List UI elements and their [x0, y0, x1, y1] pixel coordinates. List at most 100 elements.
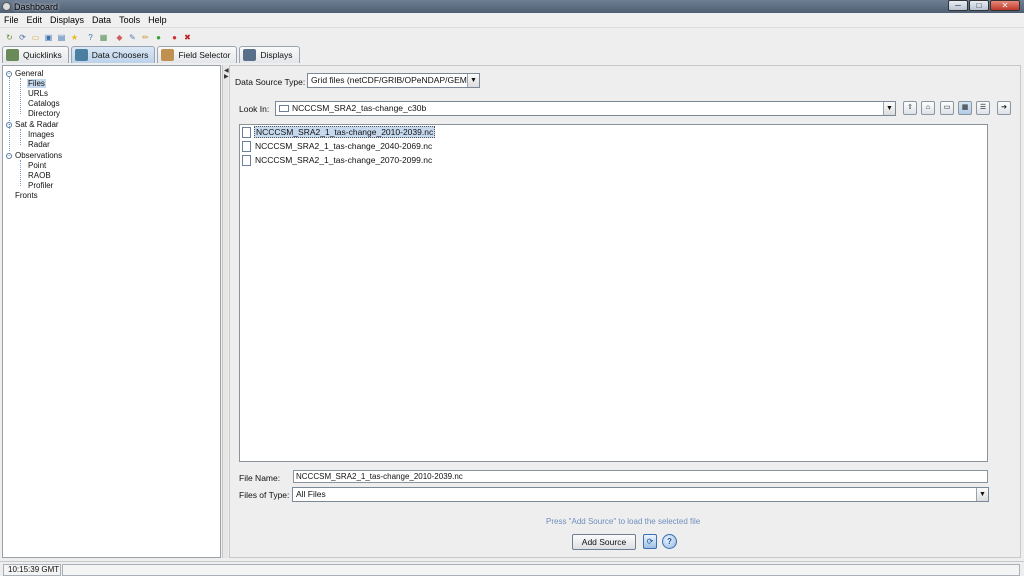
window-controls: ─ □ ✕	[947, 0, 1020, 11]
status-bar: 10:15:39 GMT	[0, 561, 1024, 576]
tree-group-observations[interactable]: Observations	[15, 151, 62, 160]
status-message	[62, 564, 1020, 576]
data-source-type-select[interactable]: Grid files (netCDF/GRIB/OPeNDAP/GEMPAK) …	[307, 73, 480, 88]
title-bar: Dashboard ─ □ ✕	[0, 0, 1024, 13]
look-in-label: Look In:	[239, 104, 270, 114]
tab-label: Quicklinks	[23, 50, 62, 60]
close-window-button[interactable]: ✕	[990, 0, 1020, 11]
tree-toggle-general[interactable]: −	[6, 71, 12, 77]
tree-item-radar[interactable]: Radar	[28, 140, 50, 149]
stop-icon[interactable]: ●	[169, 32, 180, 43]
tool-icon[interactable]: ✎	[127, 32, 138, 43]
menu-displays[interactable]: Displays	[50, 15, 84, 25]
refresh-icon[interactable]: ↻	[4, 32, 15, 43]
eraser-icon[interactable]: ◆	[114, 32, 125, 43]
file-icon	[242, 126, 251, 138]
field-selector-icon	[161, 49, 175, 61]
folder-icon	[279, 105, 289, 112]
chooser-tree: − General Files URLs Catalogs Directory …	[2, 65, 221, 558]
file-name: NCCCSM_SRA2_1_tas-change_2040-2069.nc	[255, 141, 433, 151]
add-source-button[interactable]: Add Source	[572, 534, 636, 550]
image-icon[interactable]: ▦	[98, 32, 109, 43]
tree-item-catalogs[interactable]: Catalogs	[28, 99, 60, 108]
file-icon	[242, 140, 251, 152]
file-icon	[242, 154, 251, 166]
file-item[interactable]: NCCCSM_SRA2_1_tas-change_2010-2039.nc	[242, 126, 436, 138]
tab-label: Displays	[260, 50, 293, 60]
details-view-icon[interactable]: ☰	[976, 101, 990, 115]
chevron-down-icon[interactable]: ▼	[976, 488, 988, 501]
files-of-type-label: Files of Type:	[239, 490, 290, 500]
tab-quicklinks[interactable]: Quicklinks	[2, 46, 69, 63]
minimize-button[interactable]: ─	[948, 0, 968, 11]
chevron-down-icon[interactable]: ▼	[467, 74, 479, 87]
tab-strip: Quicklinks Data Choosers Field Selector …	[2, 46, 302, 63]
up-one-level-icon[interactable]: ⇧	[903, 101, 917, 115]
save-all-icon[interactable]: ▤	[56, 32, 67, 43]
app-icon	[2, 2, 11, 11]
split-pane-divider[interactable]: ◀ ▶	[222, 65, 229, 558]
menu-help[interactable]: Help	[148, 15, 167, 25]
tree-connector	[20, 129, 21, 145]
tree-group-general[interactable]: General	[15, 69, 43, 78]
tree-connector	[9, 77, 10, 151]
toolbar: ↻ ⟳ ▭ ▣ ▤ ★? ▦ ◆ ✎ ✏ ● ● ✖	[0, 29, 1024, 45]
files-of-type-select[interactable]: All Files ▼	[292, 487, 989, 502]
file-name-field[interactable]: NCCCSM_SRA2_1_tas-change_2010-2039.nc	[293, 470, 988, 483]
tree-toggle-sat-radar[interactable]: −	[6, 122, 12, 128]
menu-file[interactable]: File	[4, 15, 19, 25]
tab-field-selector[interactable]: Field Selector	[157, 46, 238, 63]
file-item[interactable]: NCCCSM_SRA2_1_tas-change_2040-2069.nc	[242, 140, 433, 152]
file-item[interactable]: NCCCSM_SRA2_1_tas-change_2070-2099.nc	[242, 154, 433, 166]
tree-item-files[interactable]: Files	[27, 79, 46, 88]
go-to-folder-icon[interactable]: ➔	[997, 101, 1011, 115]
reload-icon[interactable]: ⟳	[17, 32, 28, 43]
tree-item-directory[interactable]: Directory	[28, 109, 60, 118]
favorite-icon[interactable]: ★	[69, 32, 80, 43]
displays-icon	[243, 49, 257, 61]
refresh-icon[interactable]: ⟳	[643, 534, 657, 549]
tree-connector	[20, 78, 21, 114]
window-title: Dashboard	[14, 1, 59, 12]
help-icon[interactable]: ?	[662, 534, 677, 549]
globe-icon[interactable]: ●	[153, 32, 164, 43]
save-icon[interactable]: ▣	[43, 32, 54, 43]
menu-edit[interactable]: Edit	[27, 15, 43, 25]
tree-item-urls[interactable]: URLs	[28, 89, 48, 98]
tab-displays[interactable]: Displays	[239, 46, 300, 63]
file-name: NCCCSM_SRA2_1_tas-change_2010-2039.nc	[254, 126, 436, 138]
menu-bar: File Edit Displays Data Tools Help	[0, 13, 1024, 28]
list-view-icon[interactable]: ▦	[958, 101, 972, 115]
file-name-label: File Name:	[239, 473, 281, 483]
open-folder-icon[interactable]: ▭	[30, 32, 41, 43]
tree-item-raob[interactable]: RAOB	[28, 171, 51, 180]
menu-data[interactable]: Data	[92, 15, 111, 25]
menu-tools[interactable]: Tools	[119, 15, 140, 25]
tree-item-images[interactable]: Images	[28, 130, 54, 139]
help-icon[interactable]: ?	[85, 32, 96, 43]
tree-item-point[interactable]: Point	[28, 161, 46, 170]
home-folder-icon[interactable]: ⌂	[921, 101, 935, 115]
close-all-icon[interactable]: ✖	[182, 32, 193, 43]
chevron-down-icon[interactable]: ▼	[883, 102, 895, 115]
data-source-type-label: Data Source Type:	[235, 77, 306, 87]
look-in-value: NCCCSM_SRA2_tas-change_c30b	[292, 103, 427, 113]
tree-connector	[20, 160, 21, 186]
maximize-button[interactable]: □	[969, 0, 989, 11]
data-source-type-value: Grid files (netCDF/GRIB/OPeNDAP/GEMPAK)	[311, 75, 480, 85]
data-choosers-icon	[74, 49, 88, 61]
tree-toggle-observations[interactable]: −	[6, 153, 12, 159]
new-folder-icon[interactable]: ▭	[940, 101, 954, 115]
tree-item-fronts[interactable]: Fronts	[15, 191, 38, 200]
tree-group-sat-radar[interactable]: Sat & Radar	[15, 120, 59, 129]
tab-data-choosers[interactable]: Data Choosers	[70, 46, 156, 63]
add-source-hint: Press "Add Source" to load the selected …	[546, 517, 701, 526]
tab-label: Field Selector	[178, 50, 231, 60]
pencil-icon[interactable]: ✏	[140, 32, 151, 43]
tree-item-profiler[interactable]: Profiler	[28, 181, 53, 190]
file-list[interactable]: NCCCSM_SRA2_1_tas-change_2010-2039.nc NC…	[239, 124, 988, 462]
files-of-type-value: All Files	[296, 489, 326, 499]
look-in-select[interactable]: NCCCSM_SRA2_tas-change_c30b ▼	[275, 101, 896, 116]
quicklinks-icon	[6, 49, 19, 61]
collapse-arrows-icon[interactable]: ◀ ▶	[224, 68, 229, 80]
